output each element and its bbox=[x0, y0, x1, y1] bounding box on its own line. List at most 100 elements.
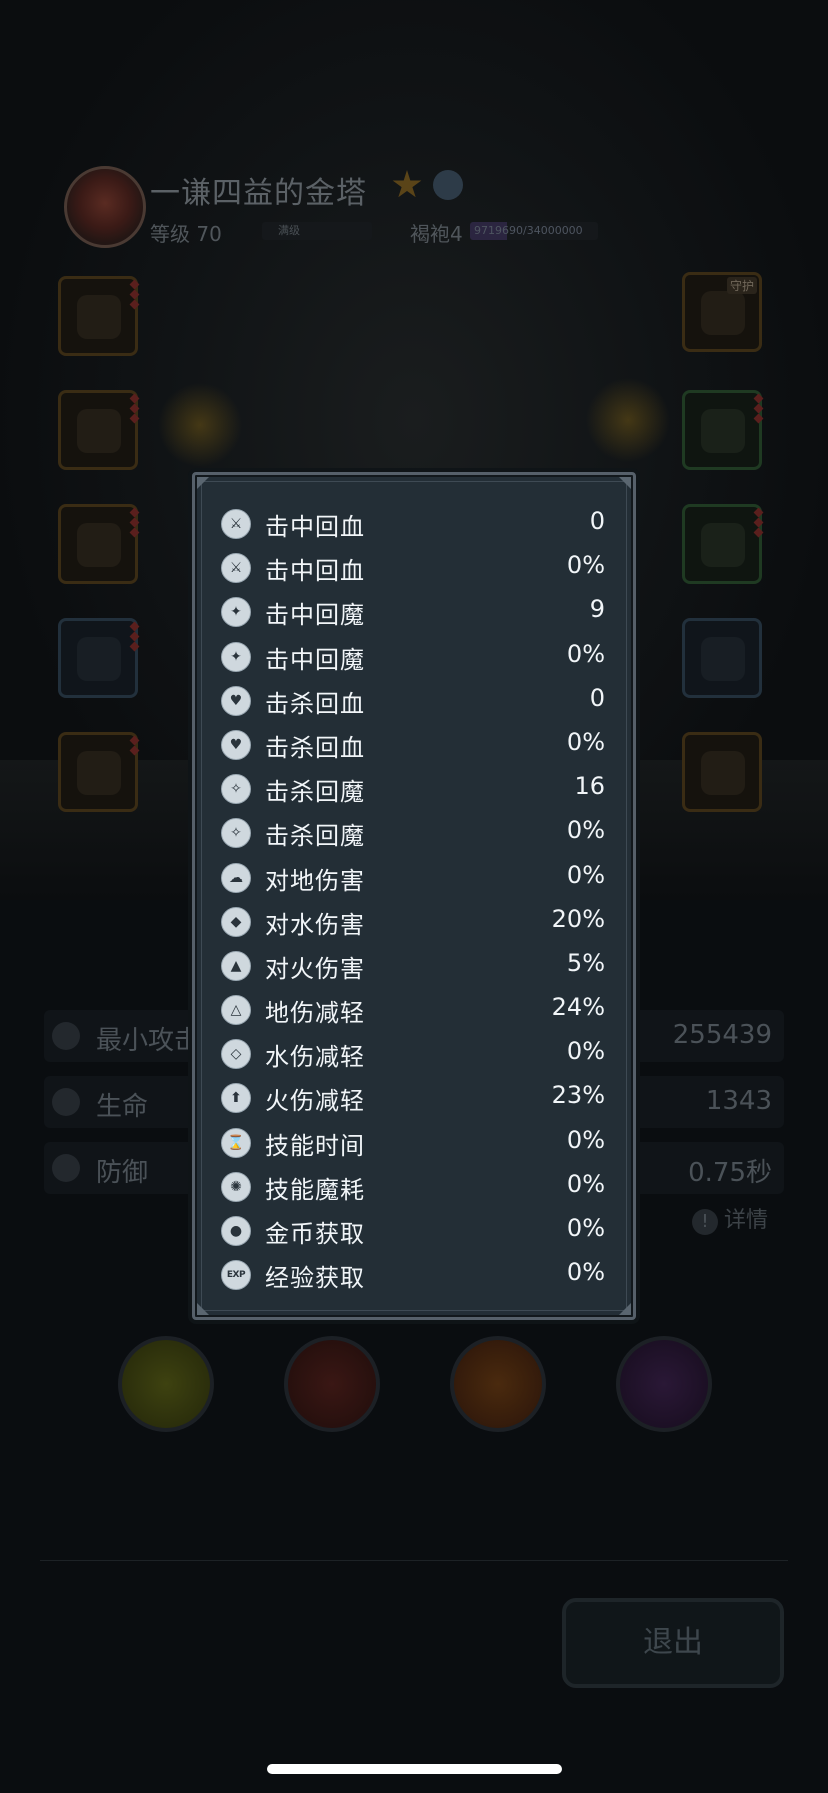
skill-orb-poison[interactable] bbox=[118, 1336, 214, 1432]
boots-icon bbox=[77, 523, 121, 567]
attribute-name: 技能魔耗 bbox=[265, 1175, 365, 1204]
attribute-row: ⬆ 火伤减轻 23% bbox=[221, 1077, 607, 1121]
equip-slot-necklace[interactable] bbox=[682, 504, 764, 584]
hero-rank: 褐袍4 bbox=[410, 222, 463, 246]
equip-slot-emblem[interactable] bbox=[682, 618, 762, 698]
equip-slot-armor[interactable] bbox=[58, 390, 140, 470]
hero-name: 一谦四益的金塔 bbox=[150, 176, 367, 211]
attribute-name: 技能时间 bbox=[265, 1131, 365, 1160]
pet-icon bbox=[701, 751, 745, 795]
attribute-name: 击中回血 bbox=[265, 557, 365, 586]
attribute-name: 击杀回血 bbox=[265, 689, 365, 718]
attribute-name: 击中回魔 bbox=[265, 601, 365, 630]
star-badge-icon bbox=[392, 170, 422, 198]
attribute-value: 16 bbox=[574, 772, 605, 801]
hero-emblem-icon bbox=[64, 166, 146, 248]
attribute-row: EXP 经验获取 0% bbox=[221, 1254, 607, 1298]
attribute-value: 0% bbox=[566, 1037, 605, 1066]
gold-coin-icon: ● bbox=[221, 1216, 251, 1246]
skill-explosion[interactable] bbox=[450, 1336, 546, 1432]
attribute-value: 23% bbox=[551, 1081, 605, 1110]
attribute-name: 击杀回魔 bbox=[265, 822, 365, 851]
attribute-value: 0% bbox=[566, 727, 605, 756]
level-bar: 满级 bbox=[262, 222, 372, 240]
sword-icon bbox=[701, 291, 745, 335]
stat-value: 0.75秒 bbox=[688, 1158, 772, 1188]
info-icon: ! bbox=[692, 1209, 718, 1235]
skill-time-icon: ⌛ bbox=[221, 1127, 251, 1158]
attribute-row: ✧ 击杀回魔 0% bbox=[221, 812, 607, 856]
stat-label: 防御 bbox=[96, 1158, 149, 1188]
guard-tag: 守护 bbox=[726, 277, 757, 294]
water-resist-icon: ◇ bbox=[221, 1039, 251, 1070]
home-indicator[interactable] bbox=[267, 1764, 562, 1774]
attribute-value: 0 bbox=[589, 683, 605, 712]
attribute-list: ⚔ 击中回血 0 ⚔ 击中回血 0% ✦ 击中回魔 9 ✦ 击中回魔 0% ♥ 击杀回血 0 ♥ 击杀回血 0% ✧… bbox=[221, 503, 607, 1298]
attribute-row: ✺ 技能魔耗 0% bbox=[221, 1166, 607, 1210]
ring-icon bbox=[701, 409, 745, 453]
shield-icon bbox=[52, 1154, 80, 1182]
equip-slot-weapon[interactable]: 守护 bbox=[682, 272, 762, 352]
attribute-name: 击中回血 bbox=[265, 513, 365, 541]
emblem-icon bbox=[701, 637, 745, 681]
detail-link[interactable]: ! 详情 bbox=[692, 1202, 768, 1235]
attribute-name: 对水伤害 bbox=[265, 910, 365, 939]
water-damage-icon: ◆ bbox=[221, 906, 251, 937]
stat-value: 1343 bbox=[705, 1086, 772, 1116]
level-bar-text: 满级 bbox=[278, 224, 300, 237]
attribute-value: 24% bbox=[551, 993, 605, 1022]
exp-bar: 9719690/34000000 bbox=[470, 222, 598, 240]
equip-slot-helmet[interactable] bbox=[58, 276, 140, 356]
attribute-value: 0% bbox=[566, 1258, 605, 1287]
cape-icon bbox=[77, 751, 121, 795]
hero-level: 等级 70 bbox=[150, 222, 222, 246]
exp-bar-text: 9719690/34000000 bbox=[474, 224, 583, 237]
fire-damage-icon: ▲ bbox=[221, 950, 251, 981]
exit-button[interactable]: 退出 bbox=[562, 1598, 784, 1688]
element-badge-icon bbox=[433, 170, 464, 200]
hit-heal-icon: ⚔ bbox=[221, 509, 251, 539]
attribute-row: ● 金币获取 0% bbox=[221, 1210, 607, 1254]
attribute-name: 对火伤害 bbox=[265, 954, 365, 983]
fire-resist-icon: ⬆ bbox=[221, 1083, 251, 1114]
attribute-row: ✦ 击中回魔 0% bbox=[221, 636, 607, 680]
attribute-value: 0% bbox=[566, 860, 605, 889]
skill-arcane-strike[interactable] bbox=[616, 1336, 712, 1432]
attribute-value: 0% bbox=[566, 816, 605, 845]
attribute-name: 火伤减轻 bbox=[265, 1087, 365, 1116]
attribute-name: 击杀回血 bbox=[265, 733, 365, 762]
earth-resist-icon: △ bbox=[221, 995, 251, 1026]
skill-mana-cost-icon: ✺ bbox=[221, 1171, 251, 1202]
exp-icon: EXP bbox=[221, 1260, 251, 1291]
hero-badges bbox=[392, 170, 469, 204]
armor-icon bbox=[77, 409, 121, 453]
attribute-row: ⚔ 击中回血 0 bbox=[221, 503, 607, 547]
kill-heal-icon: ♥ bbox=[221, 685, 251, 716]
attribute-row: ♥ 击杀回血 0% bbox=[221, 724, 607, 768]
attribute-value: 0% bbox=[566, 639, 605, 668]
skill-crossed-axes[interactable] bbox=[284, 1336, 380, 1432]
sword-icon bbox=[52, 1022, 80, 1050]
attribute-name: 地伤减轻 bbox=[265, 999, 365, 1028]
necklace-icon bbox=[701, 523, 745, 567]
attribute-value: 0% bbox=[566, 1125, 605, 1154]
attribute-value: 0% bbox=[566, 1169, 605, 1198]
equip-slot-pet[interactable] bbox=[682, 732, 762, 812]
equip-slot-boots[interactable] bbox=[58, 504, 140, 584]
equip-slot-gauntlet[interactable] bbox=[58, 618, 140, 698]
stat-label: 生命 bbox=[96, 1092, 149, 1122]
attribute-row: △ 地伤减轻 24% bbox=[221, 989, 607, 1033]
attribute-row: ◇ 水伤减轻 0% bbox=[221, 1033, 607, 1077]
helmet-icon bbox=[77, 295, 121, 339]
divider bbox=[40, 1560, 788, 1561]
hit-mana-icon: ✦ bbox=[221, 597, 251, 628]
attribute-value: 0% bbox=[566, 551, 605, 580]
earth-damage-icon: ☁ bbox=[221, 862, 251, 893]
attribute-row: ✦ 击中回魔 9 bbox=[221, 591, 607, 635]
attribute-value: 9 bbox=[589, 595, 605, 624]
attribute-row: ⚔ 击中回血 0% bbox=[221, 547, 607, 591]
equip-slot-ring[interactable] bbox=[682, 390, 764, 470]
attribute-row: ▲ 对火伤害 5% bbox=[221, 945, 607, 989]
hit-mana-icon: ✦ bbox=[221, 641, 251, 672]
equip-slot-cape[interactable] bbox=[58, 732, 140, 812]
